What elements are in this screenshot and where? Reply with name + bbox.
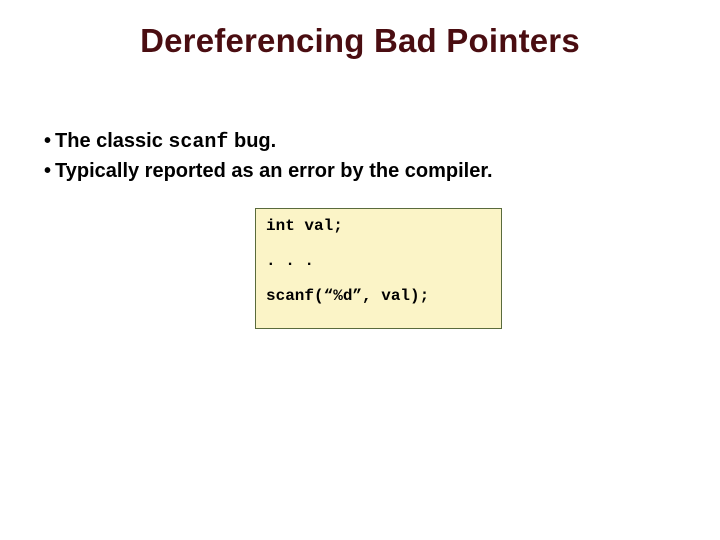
bullet-text-mono: scanf (168, 131, 228, 154)
bullet-item: •The classic scanf bug. (44, 127, 664, 157)
bullet-list: •The classic scanf bug. •Typically repor… (44, 127, 664, 187)
bullet-dot-icon: • (44, 127, 51, 156)
bullet-text: Typically reported as an error by the co… (55, 160, 493, 182)
bullet-text-prefix: The classic (55, 130, 168, 152)
bullet-item: •Typically reported as an error by the c… (44, 157, 664, 186)
bullet-dot-icon: • (44, 157, 51, 186)
code-line: int val; (266, 218, 491, 235)
code-line: scanf(“%d”, val); (266, 288, 491, 305)
slide: Dereferencing Bad Pointers •The classic … (0, 0, 720, 540)
bullet-text-suffix: bug. (228, 130, 276, 152)
slide-title: Dereferencing Bad Pointers (0, 22, 720, 60)
code-line: . . . (266, 253, 491, 270)
code-block: int val; . . . scanf(“%d”, val); (255, 208, 502, 329)
